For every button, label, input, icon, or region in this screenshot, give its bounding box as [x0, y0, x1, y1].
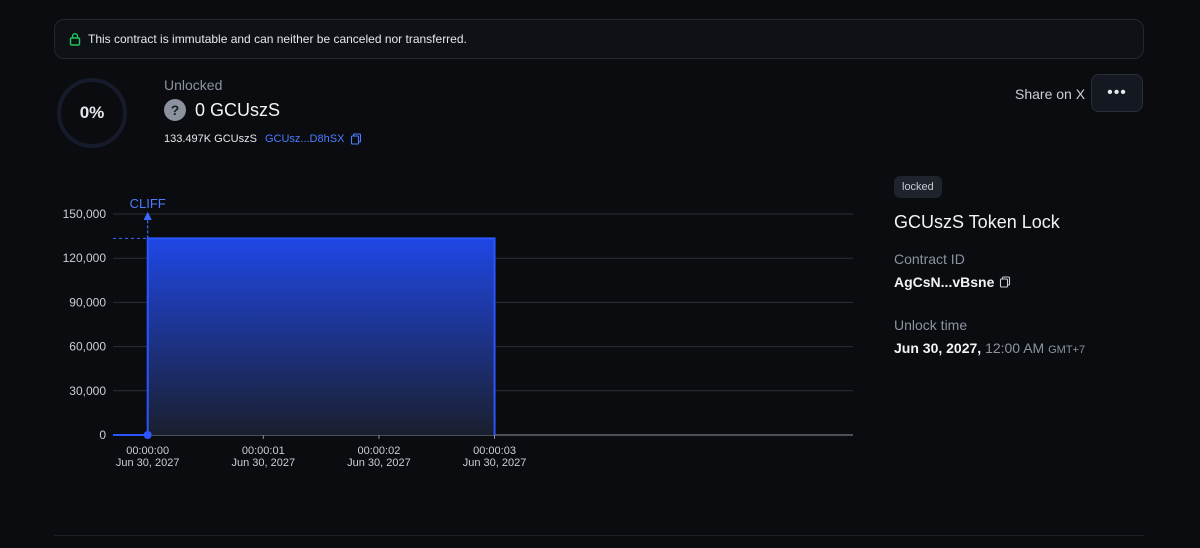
y-tick-label: 90,000 — [69, 295, 106, 309]
more-options-icon: ••• — [1107, 84, 1127, 101]
y-tick-label: 120,000 — [63, 251, 107, 265]
x-tick-time-label: 00:00:01 — [242, 445, 285, 457]
y-tick-label: 30,000 — [69, 384, 106, 398]
unlock-timezone: GMT+7 — [1048, 344, 1086, 356]
lock-icon — [69, 33, 81, 46]
y-tick-label: 150,000 — [63, 207, 107, 221]
unlocked-amount: 0 GCUszS — [195, 99, 281, 120]
x-tick-time-label: 00:00:02 — [358, 445, 401, 457]
cliff-label: CLIFF — [130, 196, 166, 211]
contract-id-row: AgCsN...vBsne — [894, 274, 1011, 290]
immutable-banner: This contract is immutable and can neith… — [54, 19, 1144, 59]
y-tick-label: 0 — [99, 428, 106, 442]
unlock-time-label: Unlock time — [894, 317, 968, 333]
unknown-token-icon: ? — [164, 99, 186, 121]
copy-icon[interactable] — [350, 133, 362, 145]
contract-id-label: Contract ID — [894, 251, 965, 267]
x-tick-date-label: Jun 30, 2027 — [463, 457, 527, 469]
unlock-chart: 150,000 120,000 90,000 60,000 30,000 0 00:00:0… — [63, 196, 853, 469]
x-tick-time-label: 00:00:03 — [473, 445, 516, 457]
unlocked-amount-row: ? 0 GCUszS — [164, 99, 280, 121]
copy-contract-id-icon[interactable] — [999, 276, 1011, 288]
progress-percent: 0% — [79, 103, 105, 122]
unlock-time-row: Jun 30, 2027, 12:00 AM GMT+7 — [894, 340, 1085, 356]
status-badge: locked — [894, 176, 942, 198]
contract-id-value: AgCsN...vBsne — [894, 274, 995, 290]
unlocked-label: Unlocked — [164, 77, 223, 93]
share-on-x-button[interactable]: Share on X — [1015, 86, 1085, 102]
x-tick-date-label: Jun 30, 2027 — [347, 457, 411, 469]
banner-text: This contract is immutable and can neith… — [88, 32, 467, 46]
more-options-button[interactable]: ••• — [1091, 74, 1143, 112]
token-meta-row: 133.497K GCUszS GCUsz...D8hSX — [164, 133, 362, 145]
unlock-area — [113, 238, 495, 435]
token-address-link[interactable]: GCUsz...D8hSX — [265, 133, 344, 145]
cliff-point — [143, 431, 152, 439]
lock-title: GCUszS Token Lock — [894, 212, 1060, 232]
total-amount: 133.497K GCUszS — [164, 133, 257, 145]
y-tick-label: 60,000 — [69, 340, 106, 354]
bottom-divider — [54, 535, 1144, 536]
unlock-time: 12:00 AM — [985, 340, 1045, 356]
x-tick-date-label: Jun 30, 2027 — [116, 457, 180, 469]
unlock-date: Jun 30, 2027, — [894, 340, 982, 356]
x-tick-date-label: Jun 30, 2027 — [232, 457, 296, 469]
x-tick-time-label: 00:00:00 — [126, 445, 169, 457]
